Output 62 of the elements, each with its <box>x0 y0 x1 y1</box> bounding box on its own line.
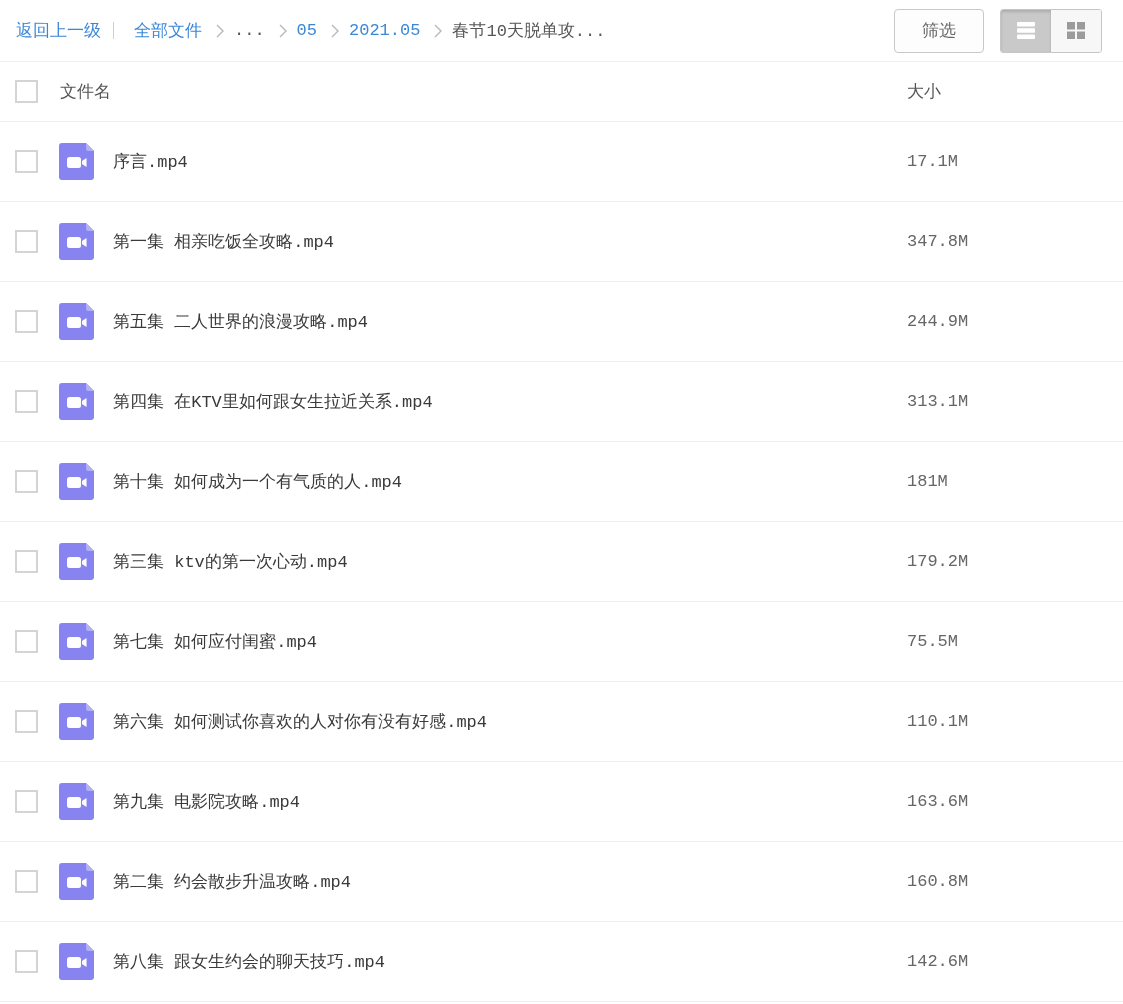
checkbox[interactable] <box>15 150 38 173</box>
file-size: 160.8M <box>907 872 970 891</box>
list-icon <box>1017 22 1035 39</box>
chevron-right-icon <box>278 23 287 38</box>
file-name[interactable]: 第五集 二人世界的浪漫攻略.mp4 <box>113 310 907 333</box>
file-size: 75.5M <box>907 632 959 651</box>
checkbox[interactable] <box>15 950 38 973</box>
checkbox[interactable] <box>15 550 38 573</box>
file-size: 110.1M <box>907 712 970 731</box>
video-file-icon <box>59 783 94 820</box>
video-file-icon <box>59 543 94 580</box>
video-file-icon <box>59 943 94 980</box>
breadcrumb-text: ... <box>234 21 265 40</box>
chevron-right-icon <box>434 23 443 38</box>
grid-icon <box>1067 22 1085 39</box>
file-name[interactable]: 第六集 如何测试你喜欢的人对你有没有好感.mp4 <box>113 710 907 733</box>
list-view-button[interactable] <box>1001 9 1051 52</box>
checkbox[interactable] <box>15 470 38 493</box>
file-name[interactable]: 第二集 约会散步升温攻略.mp4 <box>113 870 907 893</box>
column-header[interactable]: 大小 <box>907 80 1123 103</box>
chevron-right-icon <box>331 23 339 38</box>
file-name[interactable]: 第十集 如何成为一个有气质的人.mp4 <box>113 470 907 493</box>
file-name[interactable]: 第八集 跟女生约会的聊天技巧.mp4 <box>113 950 907 973</box>
file-name[interactable]: 第九集 电影院攻略.mp4 <box>113 790 907 813</box>
video-file-icon <box>59 383 94 420</box>
checkbox[interactable] <box>15 80 38 103</box>
file-size: 163.6M <box>907 792 970 811</box>
file-name[interactable]: 序言.mp4 <box>113 150 907 173</box>
file-name[interactable]: 第七集 如何应付闺蜜.mp4 <box>113 630 907 653</box>
breadcrumb-text: 春节10天脱单攻... <box>452 21 606 42</box>
breadcrumb-link[interactable]: 05 <box>296 21 317 40</box>
file-size: 181M <box>907 472 949 491</box>
file-name[interactable]: 第三集 ktv的第一次心动.mp4 <box>113 550 907 573</box>
checkbox[interactable] <box>15 390 38 413</box>
checkbox[interactable] <box>15 630 38 653</box>
checkbox[interactable] <box>15 310 38 333</box>
file-size: 347.8M <box>907 232 970 251</box>
checkbox[interactable] <box>15 710 38 733</box>
file-name[interactable]: 第四集 在KTV里如何跟女生拉近关系.mp4 <box>113 390 907 413</box>
back-link[interactable]: 返回上一级 <box>16 19 101 42</box>
file-size: 142.6M <box>907 952 970 971</box>
video-file-icon <box>59 703 94 740</box>
video-file-icon <box>59 303 94 340</box>
video-file-icon <box>59 863 94 900</box>
file-size: 244.9M <box>907 312 970 331</box>
grid-view-button[interactable] <box>1051 9 1101 52</box>
video-file-icon <box>59 143 94 180</box>
file-size: 179.2M <box>907 552 970 571</box>
filter-button[interactable]: 筛选 <box>894 8 984 53</box>
breadcrumb-link[interactable]: 2021.05 <box>349 21 421 40</box>
video-file-icon <box>59 223 94 260</box>
column-header[interactable]: 文件名 <box>60 80 907 103</box>
checkbox[interactable] <box>15 870 38 893</box>
video-file-icon <box>59 463 94 500</box>
checkbox[interactable] <box>15 790 38 813</box>
file-name[interactable]: 第一集 相亲吃饭全攻略.mp4 <box>113 230 907 253</box>
chevron-right-icon <box>216 23 224 38</box>
file-size: 313.1M <box>907 392 970 411</box>
video-file-icon <box>59 623 94 660</box>
checkbox[interactable] <box>15 230 38 253</box>
file-size: 17.1M <box>907 152 959 171</box>
breadcrumb-link[interactable]: 全部文件 <box>134 19 202 42</box>
